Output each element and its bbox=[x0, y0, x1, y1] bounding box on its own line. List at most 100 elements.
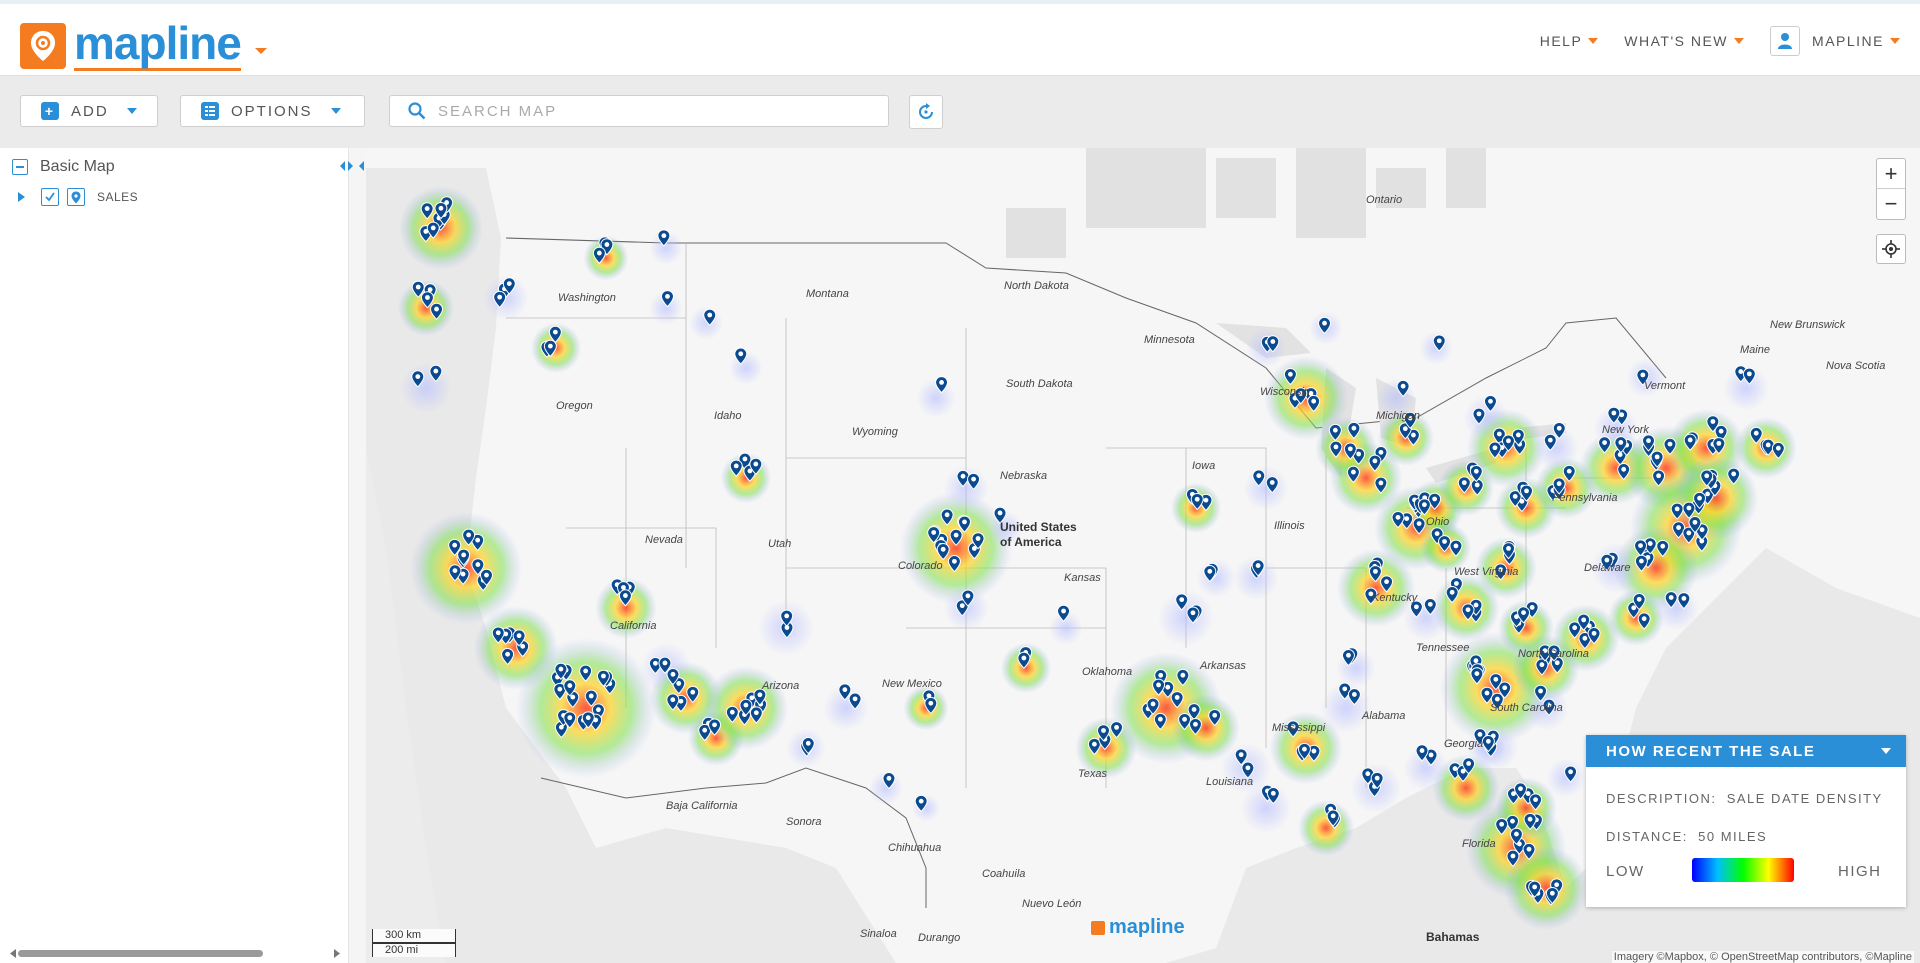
user-menu[interactable]: MAPLINE bbox=[1770, 26, 1900, 56]
user-label: MAPLINE bbox=[1812, 33, 1884, 49]
map-label: South Dakota bbox=[1006, 378, 1073, 390]
map-label: New York bbox=[1602, 424, 1649, 436]
map-label: Bahamas bbox=[1426, 930, 1480, 944]
map-label: Delaware bbox=[1584, 562, 1631, 574]
map-label: Nova Scotia bbox=[1826, 360, 1886, 372]
map-label: Louisiana bbox=[1206, 776, 1254, 788]
logo-dropdown-caret-icon[interactable] bbox=[254, 47, 267, 54]
map-label: Texas bbox=[1078, 768, 1107, 780]
panel-gutter bbox=[340, 148, 366, 963]
app-logo[interactable]: mapline bbox=[20, 20, 267, 71]
pin-layer-icon bbox=[67, 188, 85, 206]
zoom-control: + − bbox=[1876, 158, 1906, 220]
zoom-in-button[interactable]: + bbox=[1877, 159, 1905, 189]
legend-low-label: LOW bbox=[1606, 863, 1645, 880]
legend-description-row: DESCRIPTION: SALE DATE DENSITY bbox=[1606, 791, 1883, 806]
map-label: Florida bbox=[1462, 838, 1496, 850]
chevron-down-icon bbox=[1890, 38, 1900, 44]
collapse-icon[interactable] bbox=[12, 159, 28, 175]
map-label: Kansas bbox=[1064, 572, 1101, 584]
scroll-right-icon[interactable] bbox=[334, 949, 340, 958]
map-label: Mississippi bbox=[1272, 722, 1326, 734]
sidebar-horizontal-scrollbar[interactable] bbox=[10, 948, 340, 958]
map-canvas[interactable]: Ontario New Brunswick Nova Scotia Maine … bbox=[366, 148, 1920, 963]
scroll-left-icon[interactable] bbox=[10, 949, 16, 958]
map-label: Nebraska bbox=[1000, 470, 1048, 482]
map-label: Sinaloa bbox=[860, 928, 897, 940]
help-menu[interactable]: HELP bbox=[1540, 33, 1599, 49]
add-label: ADD bbox=[71, 102, 109, 120]
map-label: Ontario bbox=[1366, 194, 1403, 206]
layers-panel: Basic Map SALES bbox=[0, 148, 348, 963]
scrollbar-thumb[interactable] bbox=[18, 950, 263, 957]
heat-blob bbox=[1546, 758, 1586, 798]
map-label: Utah bbox=[768, 538, 792, 550]
map-label: Colorado bbox=[898, 560, 943, 572]
map-label: Minnesota bbox=[1144, 334, 1195, 346]
layer-label: SALES bbox=[97, 190, 139, 204]
refresh-button[interactable] bbox=[909, 95, 943, 129]
chevron-down-icon bbox=[1734, 38, 1745, 44]
locate-me-button[interactable] bbox=[1876, 234, 1906, 264]
map-label: California bbox=[610, 620, 657, 632]
expand-arrow-icon[interactable] bbox=[18, 192, 25, 202]
map-attribution: Imagery ©Mapbox, © OpenStreetMap contrib… bbox=[1611, 951, 1914, 963]
map-label: Michigan bbox=[1376, 410, 1421, 422]
heatmap-legend: HOW RECENT THE SALE DESCRIPTION: SALE DA… bbox=[1586, 735, 1906, 907]
whats-new-menu[interactable]: WHAT'S NEW bbox=[1624, 33, 1745, 49]
map-label: Coahuila bbox=[982, 868, 1026, 880]
map-scale: 300 km 200 mi bbox=[372, 929, 456, 957]
refresh-icon bbox=[919, 103, 933, 119]
options-button[interactable]: OPTIONS bbox=[180, 95, 365, 127]
heat-blob bbox=[516, 638, 656, 778]
search-map-input[interactable] bbox=[438, 102, 838, 120]
map-label: Washington bbox=[558, 292, 616, 304]
basic-map-group[interactable]: Basic Map bbox=[12, 158, 115, 176]
layer-item-sales[interactable]: SALES bbox=[18, 188, 138, 206]
logo-text: mapline bbox=[74, 17, 242, 71]
description-label: DESCRIPTION: bbox=[1606, 791, 1717, 806]
panel-resize-icon[interactable] bbox=[339, 160, 365, 172]
map-label: Nuevo León bbox=[1022, 898, 1082, 910]
chevron-down-icon bbox=[330, 108, 341, 114]
heat-blob bbox=[410, 512, 522, 624]
heat-gradient-scale bbox=[1692, 858, 1794, 882]
scale-km: 300 km bbox=[372, 929, 456, 943]
watermark-text: mapline bbox=[1109, 916, 1185, 938]
zoom-out-button[interactable]: − bbox=[1877, 189, 1905, 219]
user-avatar-icon bbox=[1770, 26, 1801, 56]
map-label: Oregon bbox=[556, 400, 593, 412]
legend-header[interactable]: HOW RECENT THE SALE bbox=[1586, 735, 1906, 767]
chevron-down-icon bbox=[1588, 38, 1599, 44]
chevron-down-icon bbox=[126, 108, 137, 114]
map-label: New Brunswick bbox=[1770, 319, 1846, 331]
map-label: Sonora bbox=[786, 816, 822, 828]
map-label: New Mexico bbox=[882, 678, 942, 690]
layer-visibility-checkbox[interactable] bbox=[41, 188, 59, 206]
chevron-down-icon[interactable] bbox=[1880, 747, 1892, 755]
map-label: Arizona bbox=[762, 680, 800, 692]
heat-blob bbox=[1243, 465, 1289, 511]
scale-mi: 200 mi bbox=[372, 943, 456, 957]
map-label: Durango bbox=[918, 932, 961, 944]
legend-distance-row: DISTANCE: 50 MILES bbox=[1606, 829, 1767, 844]
options-label: OPTIONS bbox=[231, 102, 313, 120]
map-label: Tennessee bbox=[1416, 642, 1470, 654]
map-label: Oklahoma bbox=[1082, 666, 1133, 678]
map-label: Chihuahua bbox=[888, 842, 942, 854]
map-label: West Virginia bbox=[1454, 566, 1519, 578]
heat-blob bbox=[400, 362, 452, 414]
map-label: Idaho bbox=[714, 410, 742, 422]
map-label: Iowa bbox=[1192, 460, 1216, 472]
map-label: Wyoming bbox=[852, 426, 898, 438]
add-button[interactable]: + ADD bbox=[20, 95, 158, 127]
map-label: Baja California bbox=[666, 800, 738, 812]
top-nav: HELP WHAT'S NEW MAPLINE bbox=[1540, 26, 1900, 56]
crosshair-icon bbox=[1882, 240, 1900, 258]
map-label: South Carolina bbox=[1490, 702, 1563, 714]
map-label: Kentucky bbox=[1372, 592, 1418, 604]
logo-pin-icon bbox=[20, 22, 66, 69]
distance-label: DISTANCE: bbox=[1606, 829, 1688, 844]
legend-high-label: HIGH bbox=[1838, 863, 1882, 880]
map-label: North Carolina bbox=[1518, 648, 1589, 660]
